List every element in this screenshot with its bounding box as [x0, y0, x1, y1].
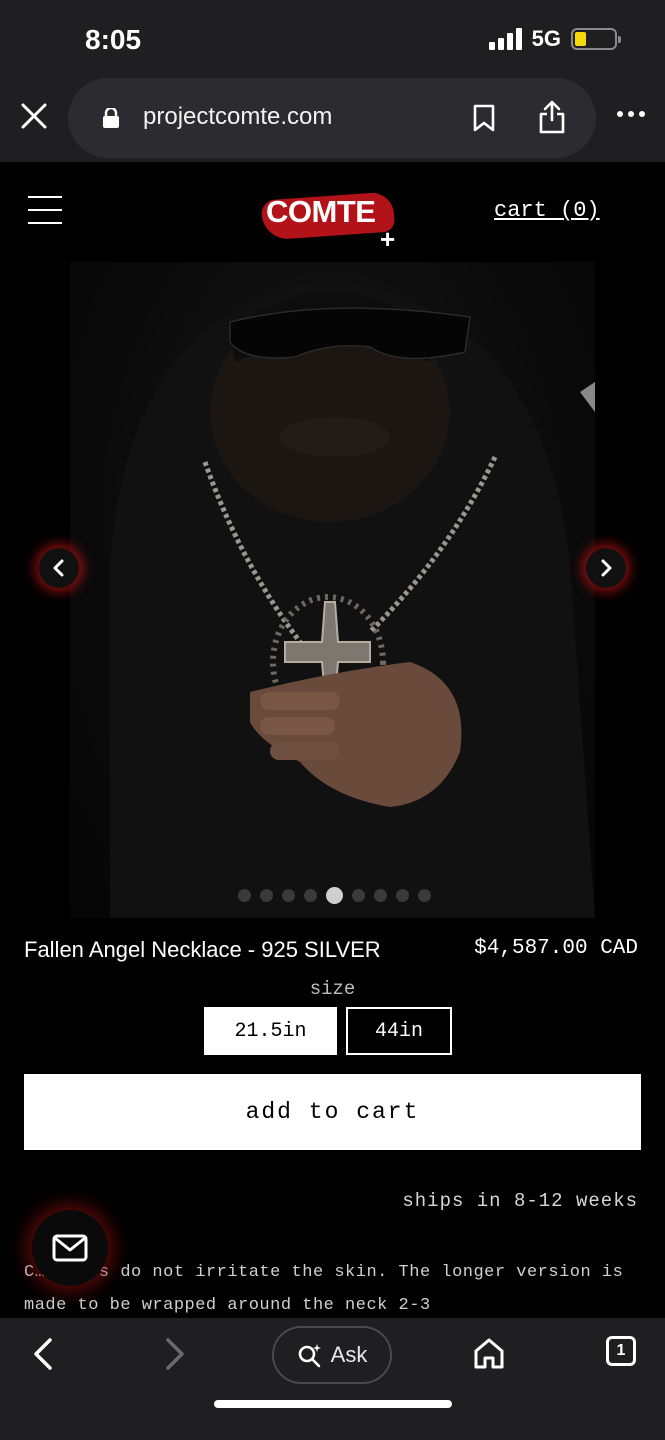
brand-logo[interactable]: COMTE +	[260, 190, 412, 254]
product-description: C… pikes do not irritate the skin. The l…	[24, 1263, 624, 1315]
back-icon[interactable]	[30, 1336, 58, 1372]
carousel-dot[interactable]	[260, 889, 273, 902]
shipping-info: ships in 8-12 weeks	[402, 1190, 638, 1212]
more-icon[interactable]	[616, 104, 646, 124]
carousel-dot[interactable]	[418, 889, 431, 902]
carousel-dot[interactable]	[238, 889, 251, 902]
carousel-dot[interactable]	[374, 889, 387, 902]
share-icon[interactable]	[538, 100, 566, 134]
chevron-right-icon	[601, 559, 612, 577]
battery-icon	[571, 28, 621, 50]
carousel-dot[interactable]	[326, 887, 343, 904]
address-bar[interactable]: projectcomte.com	[68, 78, 596, 158]
add-to-cart-button[interactable]: add to cart	[24, 1074, 641, 1150]
sparkle-search-icon	[298, 1344, 321, 1368]
close-icon[interactable]	[18, 100, 50, 132]
carousel-prev-button[interactable]	[39, 548, 79, 588]
size-option-21-5in[interactable]: 21.5in	[204, 1007, 337, 1055]
chevron-left-icon	[53, 559, 64, 577]
product-image	[70, 262, 595, 918]
size-option-44in[interactable]: 44in	[346, 1007, 452, 1055]
browser-toolbar: Ask 1	[0, 1318, 665, 1440]
status-indicators: 5G	[488, 26, 621, 52]
carousel-dot[interactable]	[352, 889, 365, 902]
lock-icon	[102, 106, 120, 128]
signal-icon	[488, 28, 522, 50]
tabs-button[interactable]: 1	[606, 1336, 636, 1366]
battery-level	[575, 32, 586, 46]
carousel-dot[interactable]	[396, 889, 409, 902]
status-time: 8:05	[85, 24, 142, 55]
carousel-next-button[interactable]	[586, 548, 626, 588]
mail-icon[interactable]	[32, 1210, 108, 1286]
url-text: projectcomte.com	[143, 103, 333, 130]
carousel-dot[interactable]	[304, 889, 317, 902]
carousel-dots	[238, 887, 431, 904]
ask-button[interactable]: Ask	[272, 1326, 392, 1384]
menu-icon[interactable]	[28, 196, 62, 226]
logo-text: COMTE	[266, 194, 376, 229]
ask-label: Ask	[330, 1342, 368, 1367]
cart-link[interactable]: cart (0)	[494, 198, 600, 223]
carousel-dot[interactable]	[282, 889, 295, 902]
home-indicator	[214, 1400, 452, 1408]
size-label: size	[309, 978, 356, 1000]
browser-chrome: 8:05 5G projectcomte.com	[0, 0, 665, 162]
product-price: $4,587.00 CAD	[474, 937, 638, 960]
site-header: COMTE + cart (0)	[0, 162, 665, 262]
forward-icon[interactable]	[160, 1336, 188, 1372]
network-label: 5G	[531, 26, 561, 51]
product-title: Fallen Angel Necklace - 925 SILVER	[24, 937, 381, 962]
home-icon[interactable]	[472, 1336, 506, 1370]
bookmark-icon[interactable]	[472, 104, 496, 132]
logo-plus: +	[380, 224, 396, 254]
